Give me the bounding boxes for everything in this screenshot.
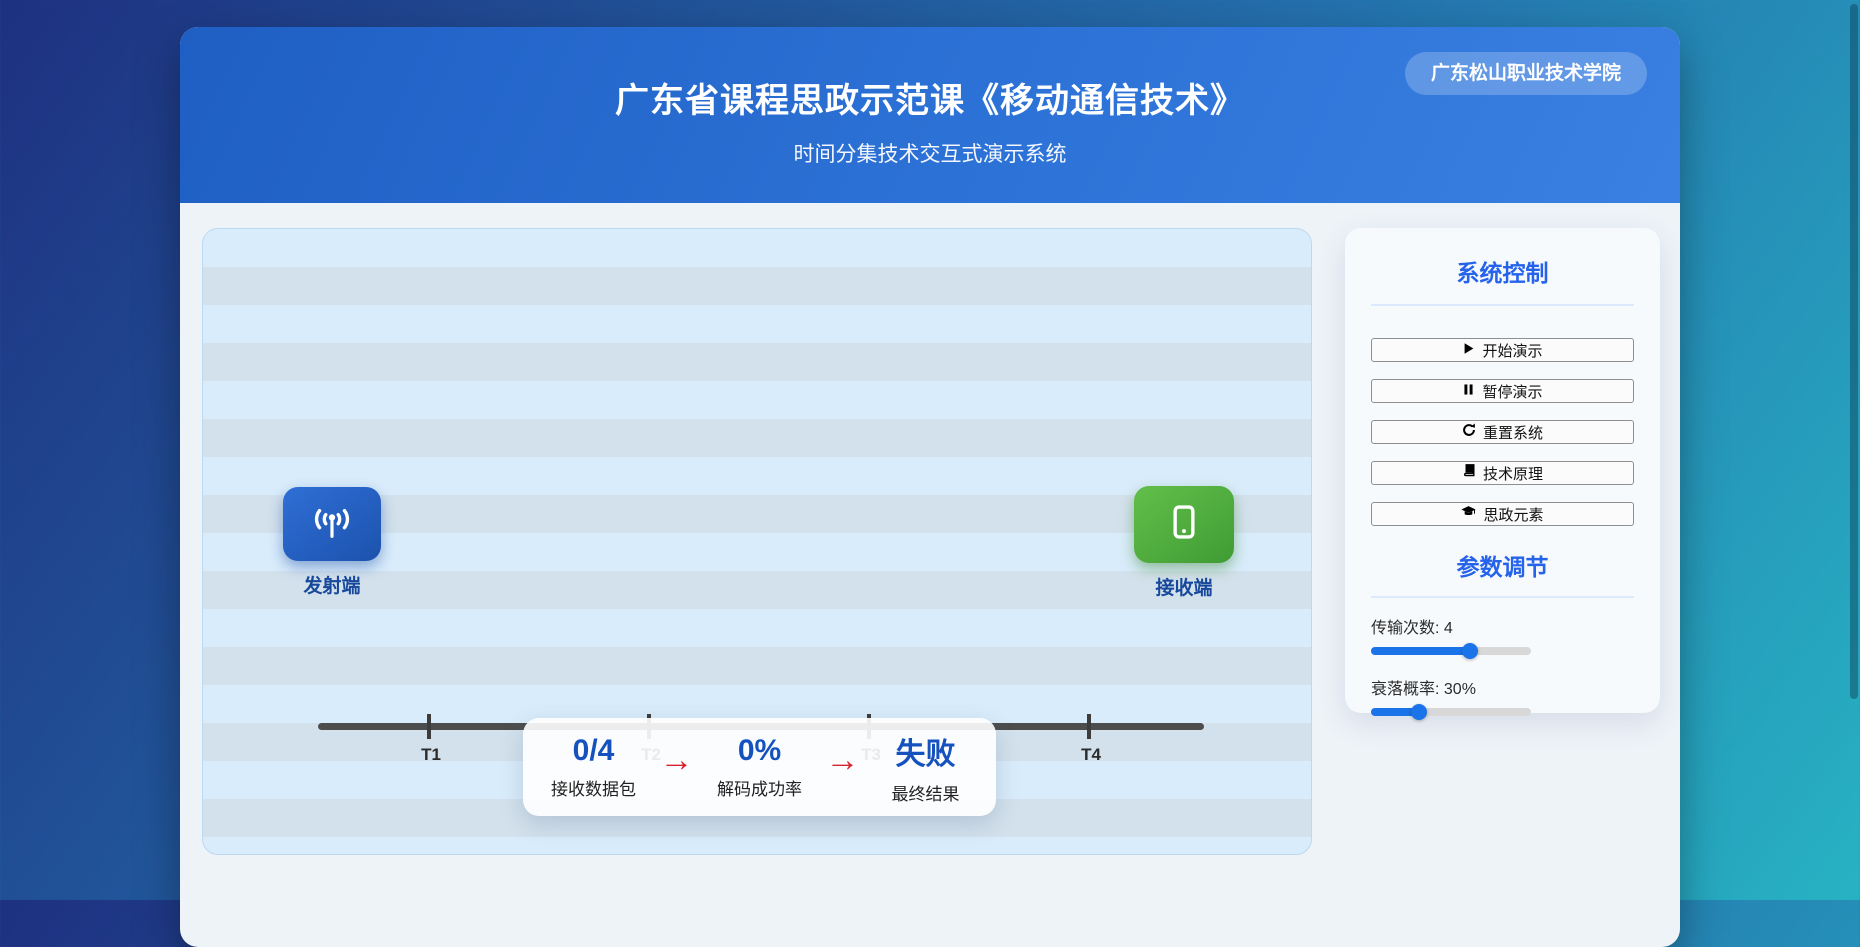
stat-value: 0/4 — [546, 734, 642, 768]
divider — [1371, 304, 1634, 306]
ideology-elements-button[interactable]: 思政元素 — [1371, 502, 1634, 526]
pause-icon — [1462, 383, 1475, 400]
stat-label: 解码成功率 — [712, 775, 808, 800]
receiver-label: 接收端 — [1134, 573, 1234, 600]
mobile-phone-icon — [1171, 505, 1197, 544]
pause-demo-button[interactable]: 暂停演示 — [1371, 379, 1634, 403]
slider-fill — [1371, 647, 1470, 655]
fading-probability-label: 衰落概率: 30% — [1371, 675, 1634, 699]
play-icon — [1462, 342, 1475, 359]
button-label: 思政元素 — [1483, 504, 1543, 525]
reset-system-button[interactable]: 重置系统 — [1371, 420, 1634, 444]
transmitter-box — [283, 487, 381, 561]
transmission-count-label: 传输次数: 4 — [1371, 614, 1634, 638]
divider — [1371, 596, 1634, 598]
slider-thumb[interactable] — [1411, 704, 1427, 720]
graduation-cap-icon — [1461, 505, 1476, 523]
tech-principle-button[interactable]: 技术原理 — [1371, 461, 1634, 485]
school-badge: 广东松山职业技术学院 — [1405, 52, 1647, 95]
transmitter: 发射端 — [283, 487, 381, 598]
slider-thumb[interactable] — [1462, 643, 1478, 659]
result-stats-panel: 0/4 接收数据包 → 0% 解码成功率 → 失败 最终结果 — [523, 718, 996, 816]
params-panel-title: 参数调节 — [1371, 548, 1634, 582]
timeline-label-t4: T4 — [1069, 745, 1113, 765]
button-label: 暂停演示 — [1482, 381, 1542, 402]
broadcast-tower-icon — [311, 505, 353, 544]
stat-value: 0% — [712, 734, 808, 768]
page-subtitle: 时间分集技术交互式演示系统 — [180, 138, 1680, 168]
stat-final-result: 失败 最终结果 — [878, 729, 974, 805]
page-scrollbar[interactable] — [1850, 4, 1858, 699]
receiver: 接收端 — [1134, 486, 1234, 600]
fading-probability-slider[interactable] — [1371, 708, 1531, 716]
reset-icon — [1462, 423, 1476, 441]
receiver-box — [1134, 486, 1234, 563]
stat-received-packets: 0/4 接收数据包 — [546, 734, 642, 800]
control-panel-title: 系统控制 — [1371, 254, 1634, 288]
stat-decode-success-rate: 0% 解码成功率 — [712, 734, 808, 800]
button-label: 开始演示 — [1482, 340, 1542, 361]
button-label: 技术原理 — [1483, 463, 1543, 484]
transmitter-label: 发射端 — [283, 571, 381, 598]
header: 广东省课程思政示范课《移动通信技术》 时间分集技术交互式演示系统 广东松山职业技… — [180, 27, 1680, 203]
button-label: 重置系统 — [1483, 422, 1543, 443]
arrow-right-icon: → — [660, 741, 694, 780]
timeline-label-t1: T1 — [409, 745, 453, 765]
control-sidebar: 系统控制 开始演示 暂停演示 — [1345, 228, 1660, 713]
transmission-count-slider[interactable] — [1371, 647, 1531, 655]
app-card: 广东省课程思政示范课《移动通信技术》 时间分集技术交互式演示系统 广东松山职业技… — [180, 27, 1680, 947]
stat-label: 接收数据包 — [546, 775, 642, 800]
arrow-right-icon: → — [826, 741, 860, 780]
book-icon — [1462, 464, 1476, 482]
timeline-tick-t1 — [427, 714, 431, 739]
demo-canvas: 发射端 接收端 T1 T2 — [202, 228, 1312, 855]
stat-value: 失败 — [878, 729, 974, 773]
start-demo-button[interactable]: 开始演示 — [1371, 338, 1634, 362]
main-area: 发射端 接收端 T1 T2 — [202, 228, 1660, 855]
timeline-tick-t4 — [1087, 714, 1091, 739]
stat-label: 最终结果 — [878, 780, 974, 805]
